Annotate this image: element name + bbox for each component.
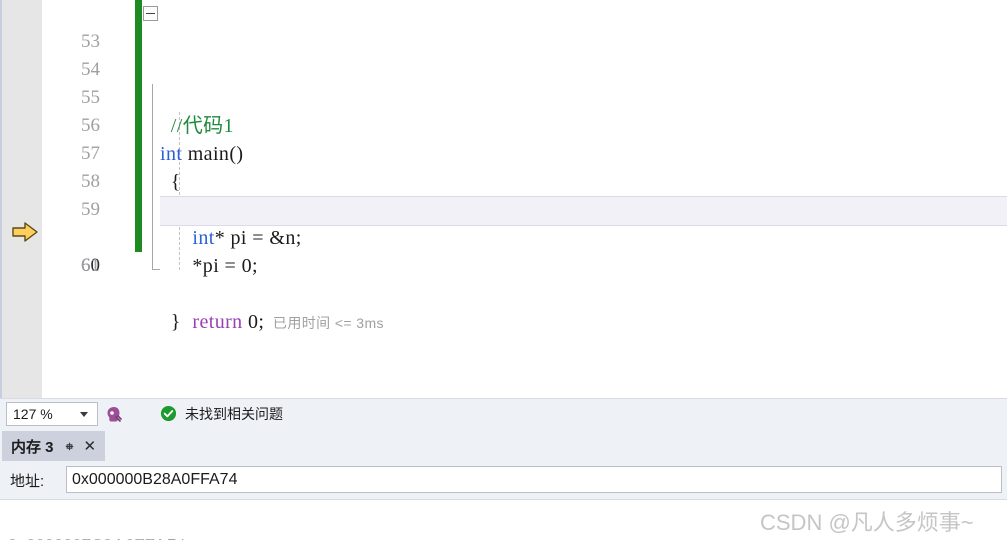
code-text: *pi = 0; xyxy=(160,255,258,277)
chevron-down-icon[interactable] xyxy=(80,411,88,417)
change-bar xyxy=(135,28,142,56)
code-editor[interactable]: 53 54 //代码1 55 int main() 56 {57 58 int… xyxy=(0,0,1007,398)
change-bar xyxy=(135,0,142,28)
statement-token: 0; xyxy=(242,311,265,333)
row-address: 0x000000B28A0FFA74 xyxy=(8,530,185,540)
memory-address-bar: 地址: 0x000000B28A0FFA74 xyxy=(0,461,1007,500)
visual-studio-window: 53 54 //代码1 55 int main() 56 {57 58 int… xyxy=(0,0,1007,540)
code-text: return 0; 已用时间 <= 3ms xyxy=(160,308,384,337)
code-line[interactable]: 59 *pi = 0; xyxy=(42,168,1007,277)
memory-tab-strip: 内存 3 ✕ xyxy=(0,431,1007,462)
zoom-level-value: 127 % xyxy=(13,406,53,422)
line-number: 61 xyxy=(81,255,100,276)
memory-window[interactable]: 内存 3 ✕ 地址: 0x000000B28A0FFA74 0x000000B2… xyxy=(0,431,1007,540)
tab-label: 内存 3 xyxy=(11,438,54,456)
editor-status-bar: 127 % 未找到相关问题 xyxy=(0,398,1007,432)
control-keyword-token: return xyxy=(192,311,243,333)
change-bar xyxy=(135,224,142,252)
address-label: 地址: xyxy=(10,473,45,490)
current-line-highlight xyxy=(160,196,1007,226)
code-line[interactable]: 54 //代码1 xyxy=(42,28,1007,137)
elapsed-time-label: 已用时间 xyxy=(272,315,331,331)
zoom-level-dropdown[interactable]: 127 % xyxy=(6,402,98,426)
elapsed-time-adornment: 已用时间 <= 3ms xyxy=(264,315,384,331)
change-bar xyxy=(135,196,142,224)
change-bar xyxy=(135,84,142,112)
tab-memory-3[interactable]: 内存 3 ✕ xyxy=(2,431,106,461)
code-line[interactable]: 55 int main() xyxy=(42,56,1007,165)
green-check-icon xyxy=(160,405,177,422)
code-surface[interactable]: 53 54 //代码1 55 int main() 56 {57 58 int… xyxy=(42,0,1007,398)
elapsed-time-value: <= 3ms xyxy=(334,315,384,331)
memory-dump-rows[interactable]: 0x000000B28A0FFA74 00 00 00 00cc cc cc c… xyxy=(0,500,1007,540)
code-line-current[interactable]: 60 return 0; 已用时间 <= 3ms xyxy=(42,196,1007,333)
indicator-margin[interactable] xyxy=(0,0,44,398)
pin-icon[interactable] xyxy=(63,440,76,453)
code-line[interactable]: 56 { xyxy=(42,84,1007,193)
address-input[interactable]: 0x000000B28A0FFA74 xyxy=(66,466,1002,493)
status-message: 未找到相关问题 xyxy=(185,406,283,422)
close-icon[interactable]: ✕ xyxy=(84,439,97,454)
code-line[interactable]: 53 xyxy=(42,0,1007,52)
code-line[interactable]: 58 int* pi = &n; xyxy=(42,140,1007,249)
execution-pointer-arrow-icon xyxy=(12,222,38,242)
change-bar xyxy=(135,112,142,140)
change-bar xyxy=(135,168,142,196)
memory-row[interactable]: 0x000000B28A0FFA74 00 00 00 00cc cc cc c… xyxy=(0,500,1007,540)
code-text: } xyxy=(160,311,181,333)
code-line[interactable]: 61 } xyxy=(42,224,1007,333)
change-bar xyxy=(135,56,142,84)
intellisense-head-icon[interactable] xyxy=(104,405,124,425)
change-bar xyxy=(135,140,142,168)
code-line[interactable]: 57 int n = 0x11223344; xyxy=(42,112,1007,221)
function-brace-foot xyxy=(152,269,160,270)
